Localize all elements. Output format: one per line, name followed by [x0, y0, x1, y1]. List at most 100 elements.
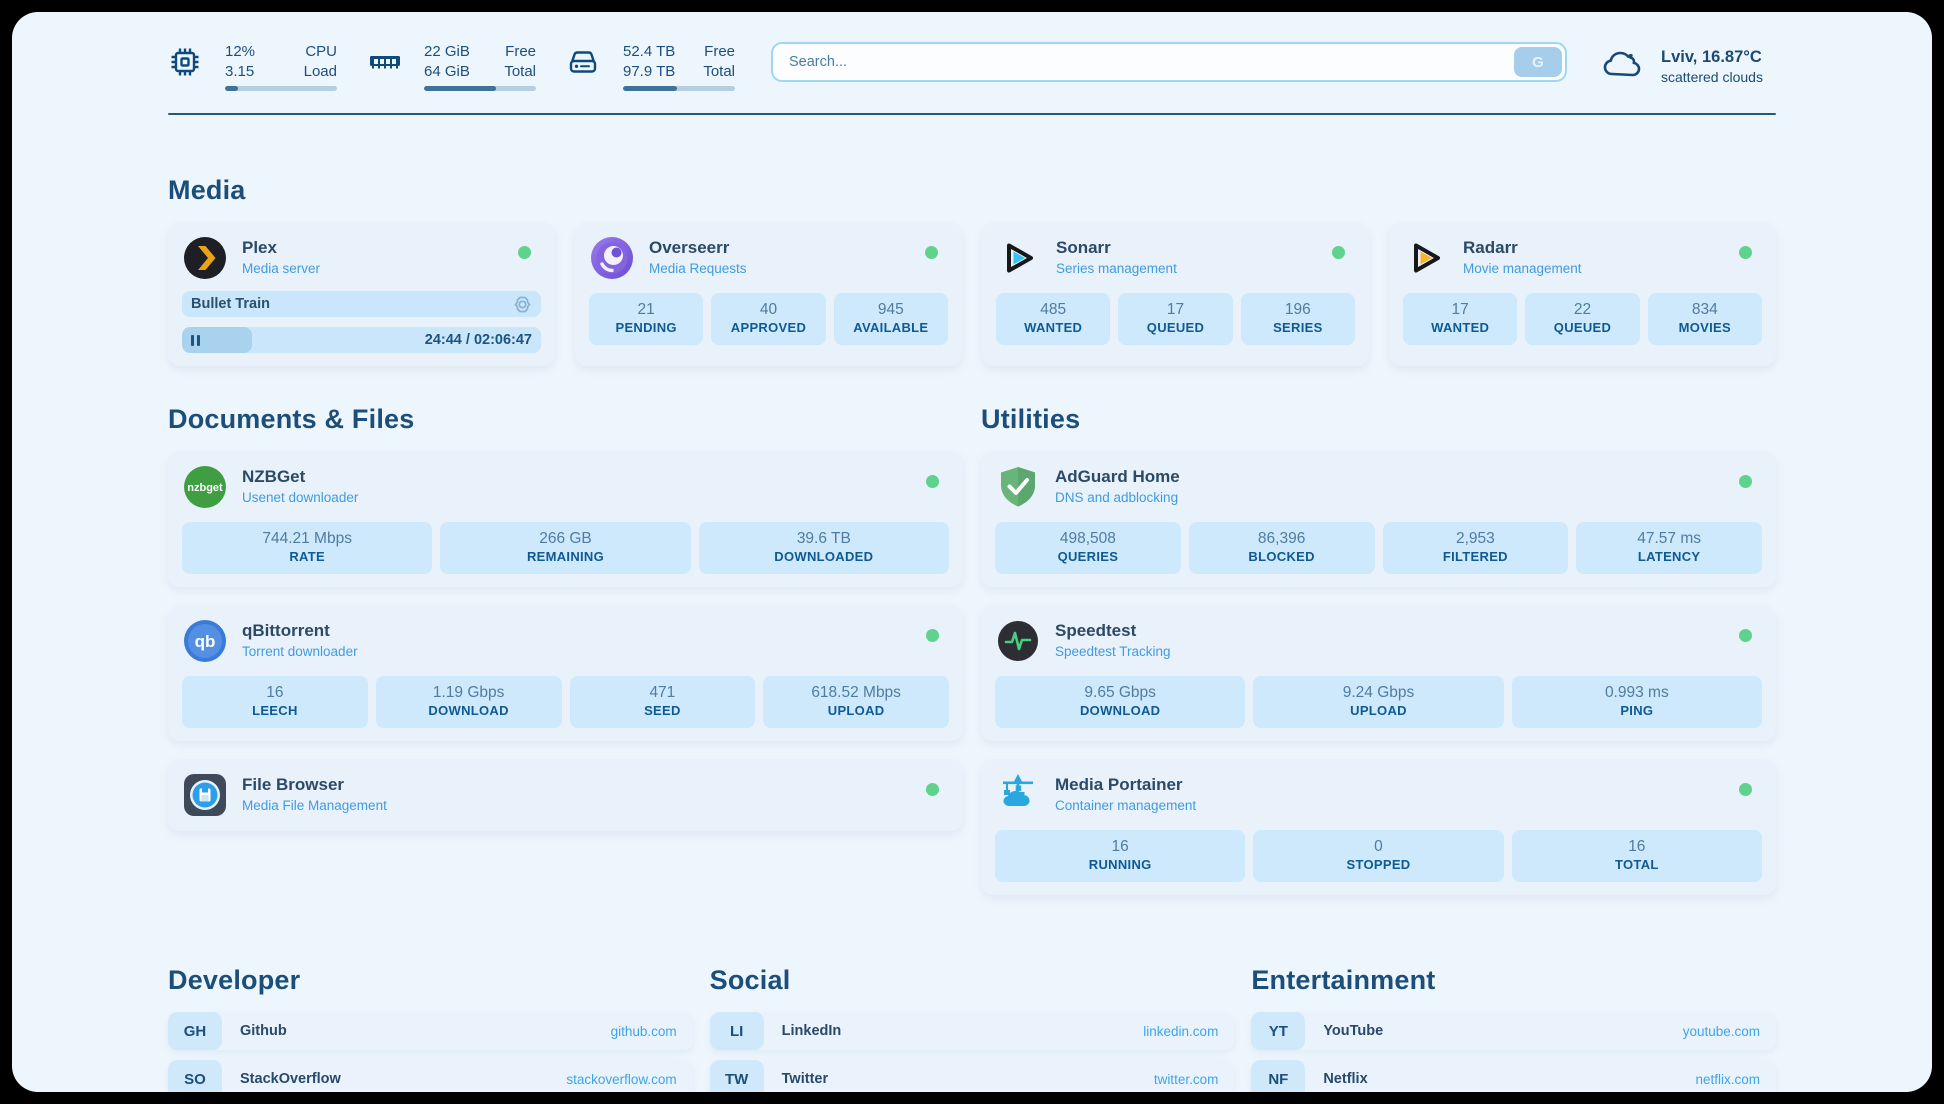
app-title: Plex [242, 238, 320, 258]
stat-progress-bar [225, 86, 337, 91]
app-title: NZBGet [242, 467, 358, 487]
stat-pill: 16TOTAL [1512, 830, 1762, 882]
utilities-card-stack: AdGuard HomeDNS and adblocking498,508QUE… [981, 451, 1776, 895]
link-row-netflix[interactable]: NFNetflixnetflix.com [1251, 1060, 1776, 1092]
app-title: Radarr [1463, 238, 1582, 258]
system-stat: 12%3.15CPULoad [168, 42, 337, 91]
app-card-overseerr[interactable]: OverseerrMedia Requests21PENDING40APPROV… [575, 222, 962, 366]
stat-labels: CPULoad [304, 42, 337, 81]
stat-pill-label: QUERIES [999, 549, 1177, 566]
stat-pill-value: 0 [1257, 837, 1499, 857]
stat-label: Load [304, 62, 337, 82]
status-dot-online [1739, 783, 1752, 796]
speedtest-icon [995, 618, 1041, 664]
search-bar: G [771, 42, 1567, 82]
stat-pill-label: SERIES [1245, 320, 1351, 337]
stat-pill-label: PENDING [593, 320, 699, 337]
stat-pill: 0STOPPED [1253, 830, 1503, 882]
app-card-media-portainer[interactable]: Media PortainerContainer management16RUN… [981, 759, 1776, 895]
app-card-radarr[interactable]: RadarrMovie management17WANTED22QUEUED83… [1389, 222, 1776, 366]
stat-pill-row: 498,508QUERIES86,396BLOCKED2,953FILTERED… [995, 522, 1762, 574]
search-provider-button[interactable]: G [1514, 47, 1562, 77]
stat-pill-label: BLOCKED [1193, 549, 1371, 566]
nzbget-icon: nzbget [182, 464, 228, 510]
stat-pill: 47.57 msLATENCY [1576, 522, 1762, 574]
link-section-social: Social LI LinkedInlinkedin.com TWTwittertwi… [710, 965, 1235, 1092]
stat-pill-label: APPROVED [715, 320, 821, 337]
stat-pill: 16RUNNING [995, 830, 1245, 882]
app-title: AdGuard Home [1055, 467, 1180, 487]
stat-pill-row: 21PENDING40APPROVED945AVAILABLE [589, 293, 948, 345]
stat-progress-bar [623, 86, 735, 91]
app-card-qbittorrent[interactable]: qbqBittorrentTorrent downloader16LEECH1.… [168, 605, 963, 741]
status-dot-online [1739, 475, 1752, 488]
stat-pill-value: 22 [1529, 300, 1635, 320]
playback-time: 24:44 / 02:06:47 [425, 332, 532, 348]
link-row-youtube[interactable]: YTYouTubeyoutube.com [1251, 1012, 1776, 1050]
stat-pill-row: 17WANTED22QUEUED834MOVIES [1403, 293, 1762, 345]
stat-pill-value: 9.24 Gbps [1257, 683, 1499, 703]
stat-progress-fill [424, 86, 496, 91]
stat-progress-bar [424, 86, 536, 91]
sonarr-icon [996, 235, 1042, 281]
stat-pill-row: 16LEECH1.19 GbpsDOWNLOAD471SEED618.52 Mb… [182, 676, 949, 728]
stat-pill: 471SEED [570, 676, 756, 728]
stat-pill-label: AVAILABLE [838, 320, 944, 337]
link-name: LinkedIn [782, 1023, 1144, 1039]
link-url: github.com [611, 1024, 677, 1039]
radarr-icon [1403, 235, 1449, 281]
section-title-social: Social [710, 965, 1235, 996]
stat-pill-label: QUEUED [1122, 320, 1228, 337]
link-abbr: YT [1251, 1012, 1305, 1050]
search-input[interactable] [771, 42, 1567, 82]
weather-widget: Lviv, 16.87°C scattered clouds [1601, 42, 1776, 89]
link-sections: DeveloperGHGithubgithub.comSOStackOverfl… [168, 965, 1776, 1092]
stat-pill: 86,396BLOCKED [1189, 522, 1375, 574]
stat-pill-label: FILTERED [1387, 549, 1565, 566]
link-url: linkedin.com [1143, 1024, 1218, 1039]
stat-pill-value: 471 [574, 683, 752, 703]
link-row-github[interactable]: GHGithubgithub.com [168, 1012, 693, 1050]
stat-values: 52.4 TB97.9 TB [623, 42, 675, 81]
app-subtitle: Series management [1056, 261, 1177, 276]
stat-pill-value: 1.19 Gbps [380, 683, 558, 703]
stat-pill-label: DOWNLOAD [380, 703, 558, 720]
section-title-media: Media [168, 175, 1776, 206]
stat-label: CPU [304, 42, 337, 62]
stat-pill-value: 2,953 [1387, 529, 1565, 549]
link-row-stackoverflow[interactable]: SOStackOverflowstackoverflow.com [168, 1060, 693, 1092]
app-card-adguard-home[interactable]: AdGuard HomeDNS and adblocking498,508QUE… [981, 451, 1776, 587]
app-title: File Browser [242, 775, 387, 795]
stat-pill: 17WANTED [1403, 293, 1517, 345]
stat-progress-fill [623, 86, 677, 91]
stat-pill-value: 17 [1407, 300, 1513, 320]
status-dot-online [1739, 246, 1752, 259]
dashboard-panel: 12%3.15CPULoad22 GiB64 GiBFreeTotal52.4 … [12, 12, 1932, 1092]
stat-pill-label: RATE [186, 549, 428, 566]
app-subtitle: Media Requests [649, 261, 747, 276]
link-row-twitter[interactable]: TWTwittertwitter.com [710, 1060, 1235, 1092]
stat-pill-value: 744.21 Mbps [186, 529, 428, 549]
middle-columns: Documents & Files nzbgetNZBGetUsenet dow… [168, 404, 1776, 895]
stat-pill-value: 17 [1122, 300, 1228, 320]
stat-pill-value: 39.6 TB [703, 529, 945, 549]
system-stats: 12%3.15CPULoad22 GiB64 GiBFreeTotal52.4 … [168, 42, 735, 91]
stat-pill: 945AVAILABLE [834, 293, 948, 345]
app-card-speedtest[interactable]: SpeedtestSpeedtest Tracking9.65 GbpsDOWN… [981, 605, 1776, 741]
app-card-sonarr[interactable]: SonarrSeries management485WANTED17QUEUED… [982, 222, 1369, 366]
stat-pill: 0.993 msPING [1512, 676, 1762, 728]
stat-pill: 16LEECH [182, 676, 368, 728]
link-url: twitter.com [1154, 1072, 1219, 1087]
app-card-plex[interactable]: PlexMedia serverBullet Train24:44 / 02:0… [168, 222, 555, 366]
stat-pill: 266 GBREMAINING [440, 522, 690, 574]
stat-pill: 9.24 GbpsUPLOAD [1253, 676, 1503, 728]
gear-icon[interactable] [513, 295, 532, 314]
link-row-linkedin[interactable]: LI LinkedInlinkedin.com [710, 1012, 1235, 1050]
stat-pill-label: UPLOAD [767, 703, 945, 720]
app-card-file-browser[interactable]: File BrowserMedia File Management [168, 759, 963, 831]
qbittorrent-icon: qb [182, 618, 228, 664]
link-abbr: LI [710, 1012, 764, 1050]
app-subtitle: Speedtest Tracking [1055, 644, 1171, 659]
section-utilities: Utilities AdGuard HomeDNS and adblocking… [981, 404, 1776, 895]
app-card-nzbget[interactable]: nzbgetNZBGetUsenet downloader744.21 Mbps… [168, 451, 963, 587]
